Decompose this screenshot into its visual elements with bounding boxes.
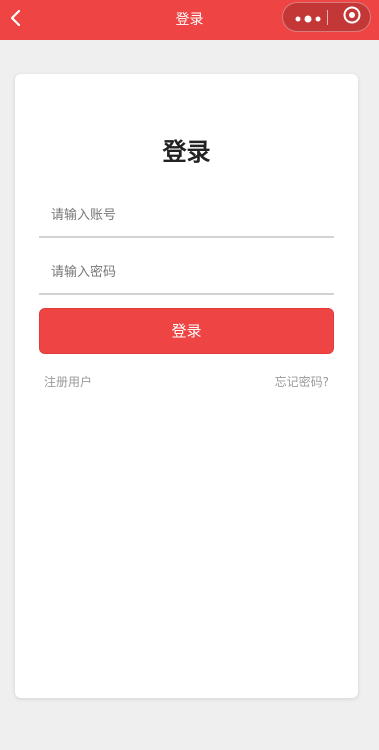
password-field-wrapper (39, 251, 334, 295)
capsule-divider (327, 10, 328, 25)
login-title: 登录 (162, 138, 211, 166)
more-button[interactable] (291, 3, 325, 31)
password-input[interactable] (39, 251, 334, 293)
login-button[interactable]: 登录 (39, 308, 334, 354)
account-field-wrapper (39, 194, 334, 238)
register-link[interactable]: 注册用户 (44, 373, 92, 390)
forgot-password-link[interactable]: 忘记密码? (275, 373, 329, 390)
close-button[interactable] (337, 3, 367, 31)
miniprogram-capsule (282, 2, 371, 32)
target-circle-icon (343, 6, 361, 28)
login-card: 登录 登录 注册用户 忘记密码? (15, 74, 358, 698)
account-input[interactable] (39, 194, 334, 236)
more-dots-icon (295, 8, 321, 27)
top-navbar: 登录 (0, 0, 379, 40)
